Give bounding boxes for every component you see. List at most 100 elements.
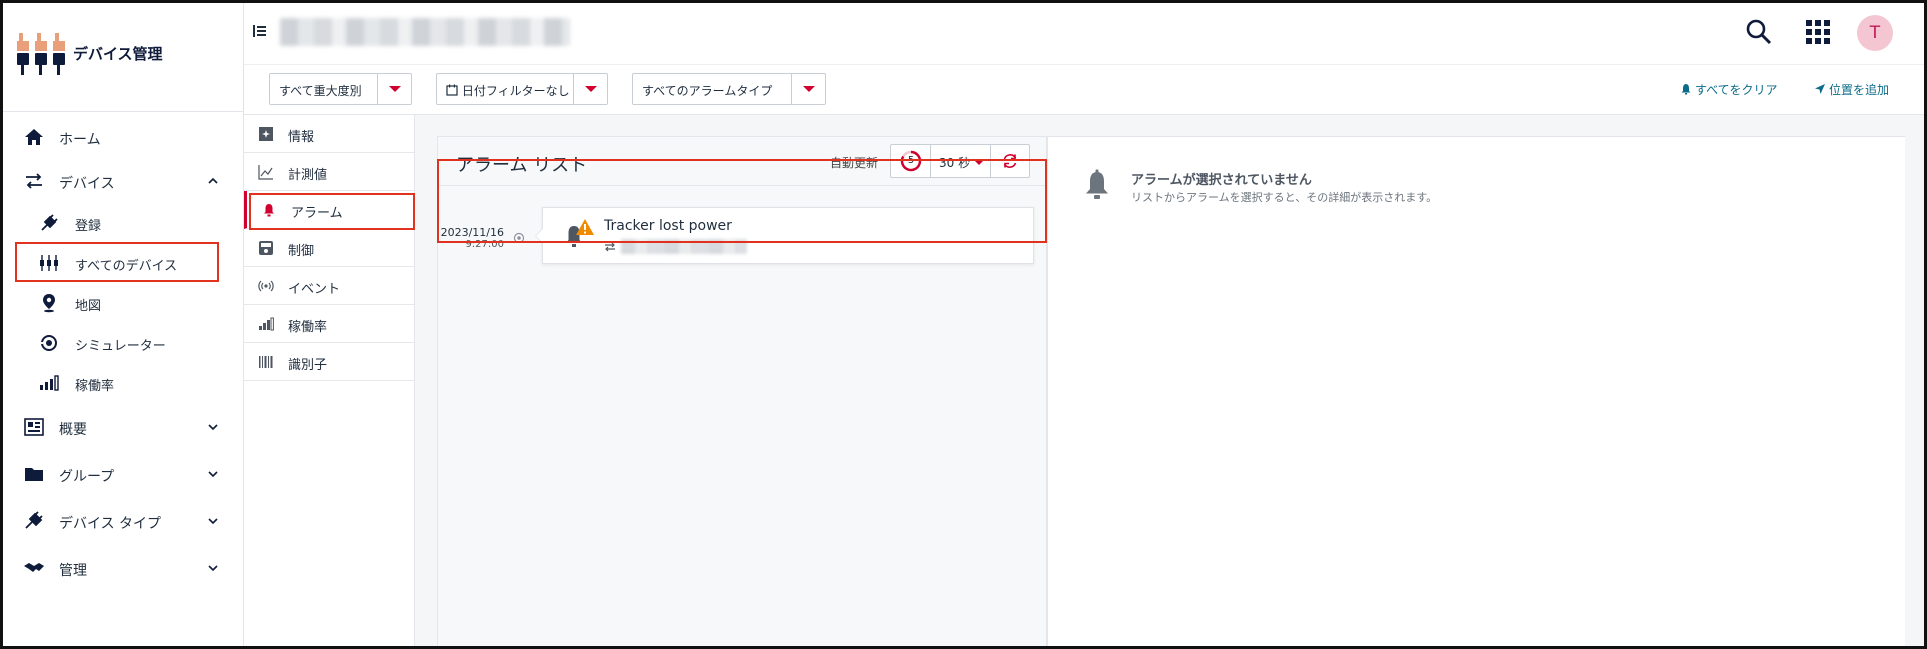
sidebar-item-label: 登録: [75, 219, 102, 234]
empty-state-title: アラームが選択されていません: [1131, 173, 1312, 188]
date-filter-text: 日付フィルターなし: [461, 84, 570, 98]
dropdown-toggle[interactable]: [573, 74, 607, 104]
barcode-icon: [259, 356, 273, 368]
chevron-down-icon[interactable]: [207, 515, 219, 527]
alarm-source-device-redacted[interactable]: [621, 239, 747, 254]
app-window: デバイス管理 ホーム デバイス 登録 すべてのデバイス 地図 シミュレーター 稼…: [0, 0, 1927, 649]
availability-icon: [259, 317, 274, 331]
handshake-icon: [24, 563, 44, 572]
bell-clear-icon: [1681, 84, 1691, 95]
device-tabs: 情報 計測値 アラーム 制御 イベント 稼働率 識別子: [244, 115, 415, 646]
chevron-down-icon[interactable]: [207, 562, 219, 574]
date-filter-dropdown[interactable]: 日付フィルターなし: [436, 73, 608, 105]
refresh-icon: [1003, 154, 1017, 168]
refresh-interval-dropdown[interactable]: 30 秒: [931, 145, 991, 177]
alarm-type-filter-dropdown[interactable]: すべてのアラームタイプ: [632, 73, 826, 105]
overview-icon: [24, 418, 44, 436]
major-alarm-bell-icon: [566, 219, 594, 247]
sidebar-item-map[interactable]: 地図: [3, 286, 243, 320]
caret-down-icon: [585, 86, 597, 92]
dropdown-toggle[interactable]: [791, 74, 825, 104]
list-item[interactable]: 2023/11/16 9:27:00 Tracker lost power: [438, 197, 1046, 269]
tab-availability[interactable]: 稼働率: [244, 305, 414, 343]
chevron-down-icon[interactable]: [207, 468, 219, 480]
chevron-down-icon[interactable]: [207, 421, 219, 433]
tab-events[interactable]: イベント: [244, 267, 414, 305]
tab-label: 制御: [288, 244, 315, 259]
home-icon: [25, 129, 43, 145]
sidebar-item-label: シミュレーター: [75, 339, 166, 354]
sidebar: デバイス管理 ホーム デバイス 登録 すべてのデバイス 地図 シミュレーター 稼…: [3, 3, 244, 646]
severity-filter-label: すべて重大度別: [279, 84, 362, 98]
tab-alarms[interactable]: アラーム: [244, 191, 414, 229]
calendar-icon: [446, 84, 458, 96]
all-devices-icon: [40, 255, 58, 271]
auto-refresh-label: 自動更新: [830, 156, 879, 170]
sidebar-item-management[interactable]: 管理: [3, 550, 243, 586]
info-icon: [259, 127, 273, 141]
dropdown-toggle[interactable]: [377, 74, 411, 104]
auto-refresh-controls: 5 30 秒: [890, 144, 1030, 178]
auto-refresh-toggle[interactable]: 5: [891, 145, 931, 177]
sidebar-item-label: 管理: [59, 563, 87, 579]
refresh-button[interactable]: [991, 145, 1029, 177]
add-location-button[interactable]: 位置を追加: [1814, 81, 1889, 98]
sidebar-item-availability[interactable]: 稼働率: [3, 366, 243, 400]
app-title: デバイス管理: [73, 45, 163, 63]
divider: [438, 185, 1046, 186]
sidebar-item-label: 稼働率: [75, 379, 115, 394]
sidebar-item-label: すべてのデバイス: [75, 259, 178, 274]
tab-label: イベント: [288, 282, 341, 297]
alarm-type-filter-label: すべてのアラームタイプ: [642, 84, 773, 98]
sidebar-item-groups[interactable]: グループ: [3, 456, 243, 492]
alarm-text: Tracker lost power: [604, 218, 732, 234]
sidebar-item-register[interactable]: 登録: [3, 206, 243, 240]
tab-identifiers[interactable]: 識別子: [244, 343, 414, 381]
tab-label: 情報: [288, 130, 315, 145]
chevron-up-icon[interactable]: [207, 175, 219, 187]
empty-state-subtitle: リストからアラームを選択すると、その詳細が表示されます。: [1131, 191, 1438, 204]
tab-label: 稼働率: [288, 320, 328, 335]
sidebar-item-simulator[interactable]: シミュレーター: [3, 326, 243, 360]
bell-icon: [1086, 169, 1108, 199]
sidebar-item-label: ホーム: [59, 132, 101, 148]
sidebar-item-devices[interactable]: デバイス: [3, 163, 243, 199]
tab-info[interactable]: 情報: [244, 115, 414, 153]
sidebar-item-label: 地図: [75, 299, 102, 314]
collapse-sidebar-icon[interactable]: [252, 23, 268, 39]
caret-down-icon: [803, 86, 815, 92]
caret-down-icon: [973, 159, 985, 165]
user-avatar[interactable]: T: [1857, 15, 1893, 51]
add-location-label: 位置を追加: [1829, 83, 1890, 97]
bell-icon: [264, 204, 274, 217]
location-arrow-icon: [1815, 84, 1825, 94]
sidebar-item-label: 概要: [59, 422, 87, 438]
measurement-icon: [258, 165, 273, 180]
tab-measurements[interactable]: 計測値: [244, 153, 414, 191]
sidebar-item-all-devices[interactable]: すべてのデバイス: [3, 246, 243, 280]
sidebar-item-label: グループ: [59, 469, 115, 485]
alarm-date: 2023/11/16: [440, 226, 504, 239]
alarm-list-panel: アラーム リスト 自動更新 5 30 秒 2023/11/16 9:27:00: [437, 136, 1047, 646]
sidebar-item-device-types[interactable]: デバイス タイプ: [3, 503, 243, 539]
sidebar-item-overview[interactable]: 概要: [3, 409, 243, 445]
date-filter-label: 日付フィルターなし: [446, 82, 570, 99]
clear-all-button[interactable]: すべてをクリア: [1680, 81, 1777, 98]
plug-icon: [41, 214, 58, 231]
brand[interactable]: デバイス管理: [17, 29, 237, 79]
countdown-value: 5: [907, 155, 915, 166]
severity-filter-dropdown[interactable]: すべて重大度別: [269, 73, 412, 105]
device-type-icon: [25, 511, 43, 529]
alarm-list-title: アラーム リスト: [456, 155, 588, 176]
sidebar-item-label: デバイス タイプ: [59, 516, 162, 532]
app-logo-icon: [17, 33, 65, 75]
filter-bar: すべて重大度別 日付フィルターなし すべてのアラームタイプ すべてをクリア 位置…: [244, 65, 1924, 115]
devices-arrows-icon: [26, 173, 42, 189]
search-icon[interactable]: [1744, 17, 1774, 47]
app-grid-icon[interactable]: [1803, 17, 1833, 47]
sidebar-item-home[interactable]: ホーム: [3, 119, 243, 155]
alarm-card[interactable]: Tracker lost power: [535, 207, 1034, 264]
tab-control[interactable]: 制御: [244, 229, 414, 267]
divider: [3, 111, 243, 112]
device-arrows-icon: [605, 242, 615, 252]
